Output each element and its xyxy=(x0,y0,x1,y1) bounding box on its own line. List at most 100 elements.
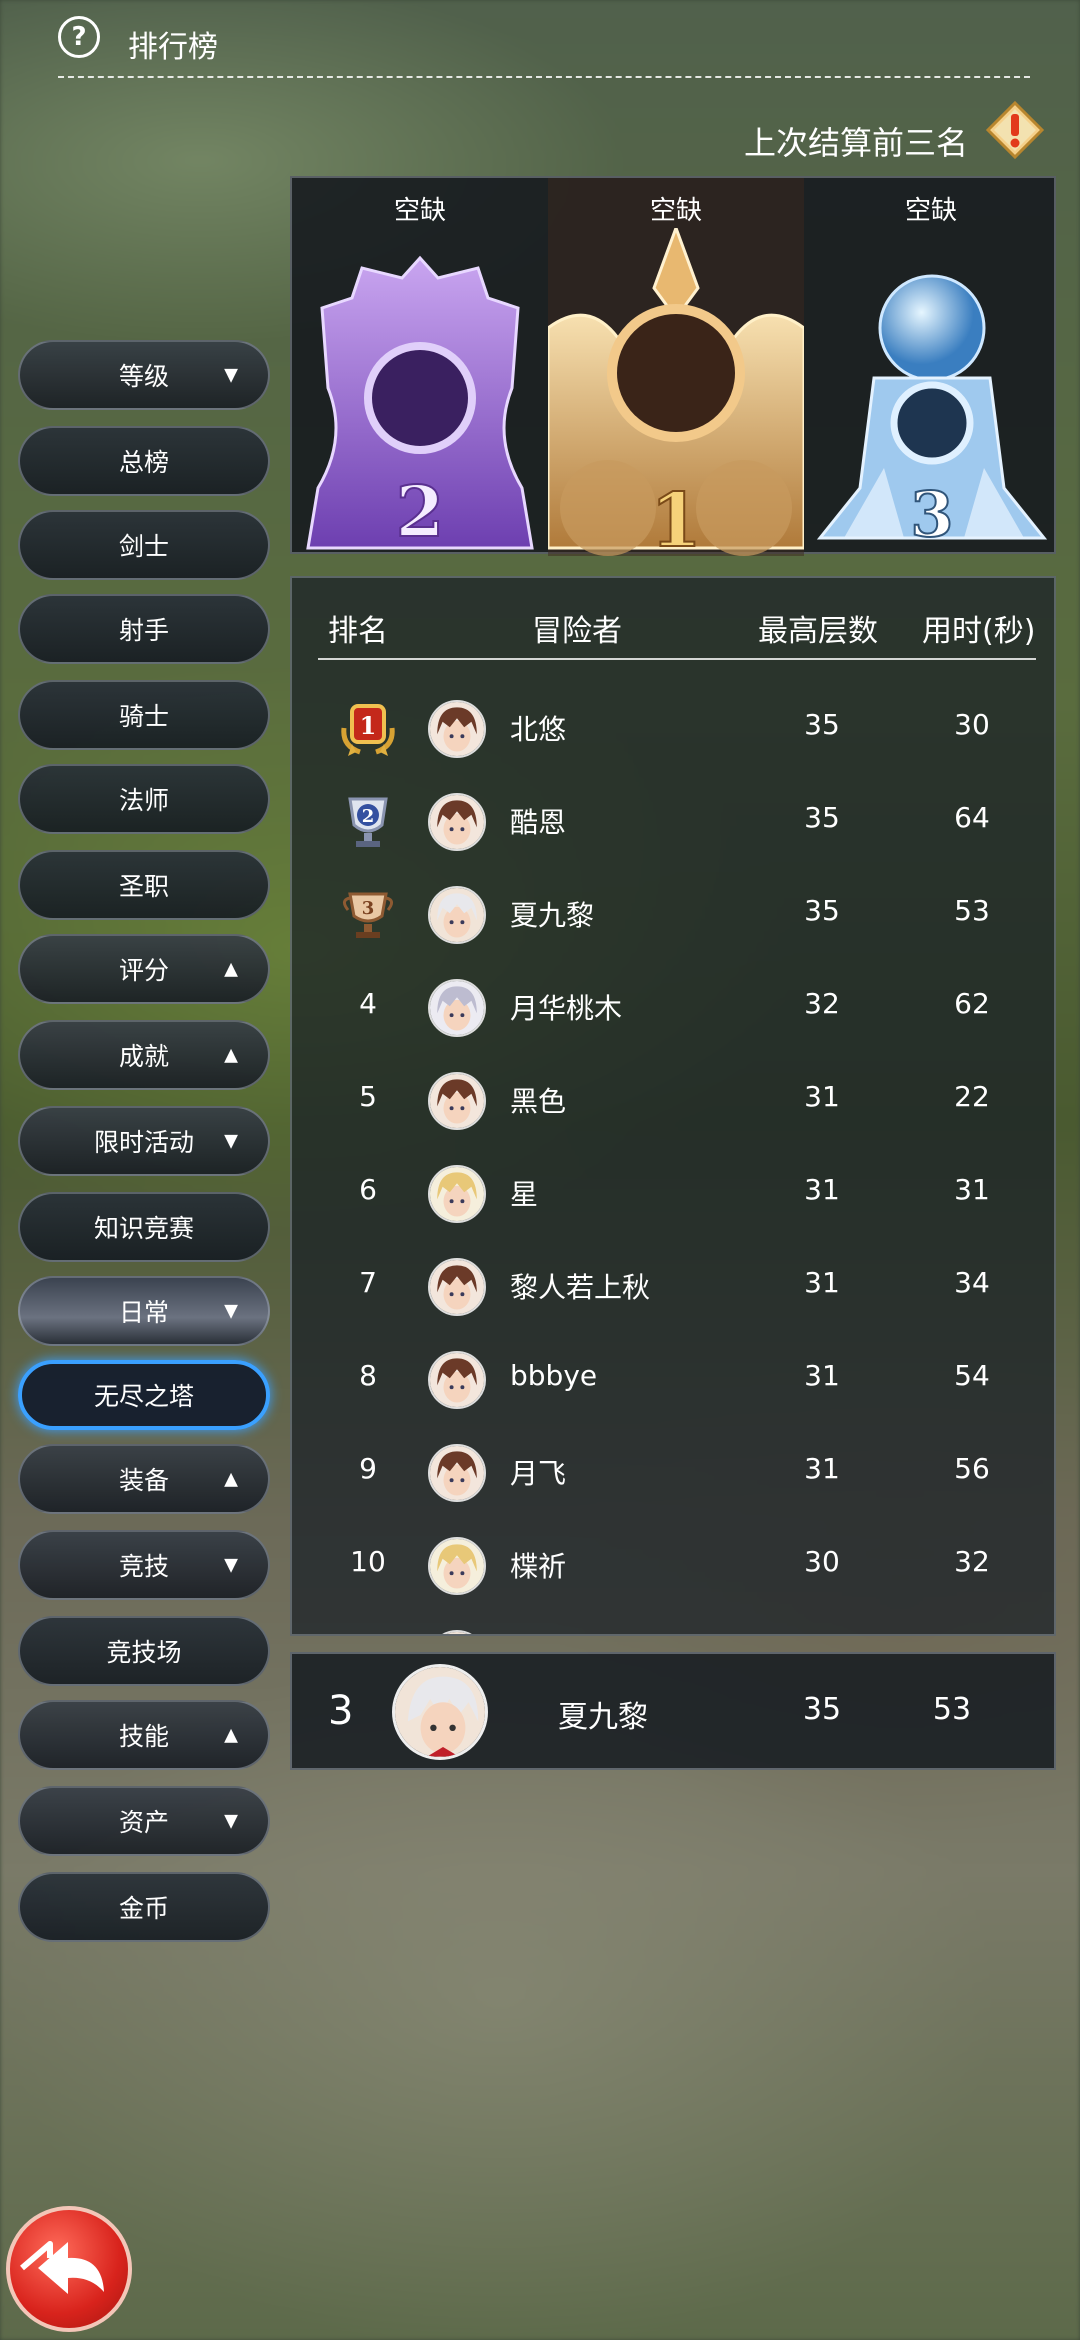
player-avatar[interactable] xyxy=(428,1072,486,1130)
sidebar-item[interactable]: 圣职 xyxy=(18,850,270,920)
player-avatar[interactable] xyxy=(428,886,486,944)
sidebar-item-label: 装备 xyxy=(118,1466,169,1495)
table-row[interactable]: 1 北悠 35 30 xyxy=(292,682,1054,775)
sidebar-item[interactable]: 竞技场 xyxy=(18,1616,270,1686)
player-avatar[interactable] xyxy=(428,700,486,758)
player-avatar[interactable] xyxy=(428,1537,486,1595)
help-icon[interactable]: ? xyxy=(58,16,100,58)
podium-slot-3[interactable]: 空缺 3 xyxy=(804,178,1058,556)
header-player: 冒险者 xyxy=(532,614,622,649)
sidebar-item[interactable]: 日常 ▼ xyxy=(18,1276,270,1346)
max-floor: 35 xyxy=(804,894,840,927)
header-time: 用时(秒) xyxy=(922,614,1036,649)
sidebar-item-label: 法师 xyxy=(118,786,169,815)
sidebar-item-label: 资产 xyxy=(118,1808,169,1837)
rank-number: 4 xyxy=(359,987,377,1020)
player-avatar[interactable] xyxy=(428,1444,486,1502)
my-avatar[interactable] xyxy=(392,1664,488,1760)
my-name: 夏九黎 xyxy=(558,1700,648,1735)
time-seconds: 56 xyxy=(954,1452,990,1485)
table-row[interactable]: 4 月华桃木 32 62 xyxy=(292,961,1054,1054)
sidebar-item-label: 无尽之塔 xyxy=(93,1382,194,1411)
sidebar-item[interactable]: 限时活动 ▼ xyxy=(18,1106,270,1176)
sidebar-item[interactable]: 竞技 ▼ xyxy=(18,1530,270,1600)
rank-number: 10 xyxy=(350,1545,386,1578)
sidebar-item[interactable]: 成就 ▲ xyxy=(18,1020,270,1090)
chevron-down-icon: ▼ xyxy=(224,1130,238,1152)
sidebar-item-label: 金币 xyxy=(118,1894,169,1923)
sidebar-item[interactable]: 法师 xyxy=(18,764,270,834)
time-seconds: 34 xyxy=(954,1266,990,1299)
player-avatar[interactable] xyxy=(428,1351,486,1409)
header-floor: 最高层数 xyxy=(758,614,878,649)
sidebar-item[interactable]: 装备 ▲ xyxy=(18,1444,270,1514)
max-floor: 35 xyxy=(804,801,840,834)
sidebar-item[interactable]: 射手 xyxy=(18,594,270,664)
table-row[interactable]: 10 楪祈 30 32 xyxy=(292,1519,1054,1612)
sidebar-item[interactable]: 金币 xyxy=(18,1872,270,1942)
sidebar-item-label: 总榜 xyxy=(118,448,169,477)
sidebar-item-label: 等级 xyxy=(118,362,169,391)
sidebar-item-label: 技能 xyxy=(118,1722,169,1751)
table-row[interactable]: 8 bbbye 31 54 xyxy=(292,1333,1054,1426)
table-row[interactable]: 7 黎人若上秋 31 34 xyxy=(292,1240,1054,1333)
sidebar-item[interactable]: 知识竞赛 xyxy=(18,1192,270,1262)
sidebar-item[interactable]: 评分 ▲ xyxy=(18,934,270,1004)
table-row[interactable]: 9 月飞 31 56 xyxy=(292,1426,1054,1519)
time-seconds: 62 xyxy=(954,987,990,1020)
max-floor: 31 xyxy=(804,1266,840,1299)
sidebar-item[interactable]: 技能 ▲ xyxy=(18,1700,270,1770)
chevron-up-icon: ▲ xyxy=(224,958,238,980)
rank-number: 6 xyxy=(359,1173,377,1206)
trophy-2-icon: 2 xyxy=(306,255,534,554)
player-avatar[interactable] xyxy=(428,979,486,1037)
max-floor: 35 xyxy=(804,708,840,741)
chevron-down-icon: ▼ xyxy=(224,1300,238,1322)
chevron-down-icon: ▼ xyxy=(224,364,238,386)
trophy-3-icon: 3 xyxy=(816,274,1048,552)
table-row[interactable]: 11苏我美雪的懒3037 xyxy=(292,1612,1054,1634)
chevron-down-icon: ▼ xyxy=(224,1554,238,1576)
ranking-table[interactable]: 排名 冒险者 最高层数 用时(秒) 1 北悠 35 30 2 酷恩 35 64 3 夏九黎 35 53… xyxy=(290,576,1056,1636)
svg-text:2: 2 xyxy=(396,470,445,553)
back-button[interactable] xyxy=(6,2206,132,2332)
time-seconds: 22 xyxy=(954,1080,990,1113)
sidebar-item[interactable]: 无尽之塔 xyxy=(18,1360,270,1430)
max-floor: 31 xyxy=(804,1452,840,1485)
sidebar-item-label: 圣职 xyxy=(118,872,169,901)
player-name: 月飞 xyxy=(510,1457,567,1490)
sidebar-item[interactable]: 等级 ▼ xyxy=(18,340,270,410)
player-avatar[interactable] xyxy=(428,1165,486,1223)
last-top3-podium: 空缺 2 空缺 1 空缺 3 xyxy=(290,176,1058,556)
player-name: 酷恩 xyxy=(510,806,567,839)
time-seconds: 31 xyxy=(954,1173,990,1206)
sidebar-item[interactable]: 剑士 xyxy=(18,510,270,580)
podium-slot-1[interactable]: 空缺 1 xyxy=(548,178,804,556)
player-name: 黑色 xyxy=(510,1085,567,1118)
player-name: 楪祈 xyxy=(510,1550,567,1583)
table-row[interactable]: 5 黑色 31 22 xyxy=(292,1054,1054,1147)
podium-slot-2[interactable]: 空缺 2 xyxy=(292,178,548,556)
alert-icon[interactable] xyxy=(985,100,1045,160)
podium-name-2: 空缺 xyxy=(393,196,446,226)
last-top3-label: 上次结算前三名 xyxy=(743,124,968,162)
svg-text:1: 1 xyxy=(650,478,702,556)
chevron-up-icon: ▲ xyxy=(224,1044,238,1066)
back-arrow-icon xyxy=(20,2241,104,2294)
player-avatar[interactable] xyxy=(428,793,486,851)
table-row[interactable]: 2 酷恩 35 64 xyxy=(292,775,1054,868)
sidebar-item[interactable]: 资产 ▼ xyxy=(18,1786,270,1856)
table-header: 排名 冒险者 最高层数 用时(秒) xyxy=(318,598,1036,660)
sidebar-item[interactable]: 骑士 xyxy=(18,680,270,750)
player-avatar[interactable] xyxy=(428,1630,486,1634)
player-avatar[interactable] xyxy=(428,1258,486,1316)
my-floor: 35 xyxy=(802,1692,842,1727)
svg-text:1: 1 xyxy=(360,711,377,740)
table-row[interactable]: 3 夏九黎 35 53 xyxy=(292,868,1054,961)
max-floor: 31 xyxy=(804,1080,840,1113)
sidebar-item[interactable]: 总榜 xyxy=(18,426,270,496)
sidebar-item-label: 日常 xyxy=(118,1298,169,1327)
table-row[interactable]: 6 星 31 31 xyxy=(292,1147,1054,1240)
player-name: bbbye xyxy=(510,1359,598,1392)
my-time: 53 xyxy=(932,1692,972,1727)
